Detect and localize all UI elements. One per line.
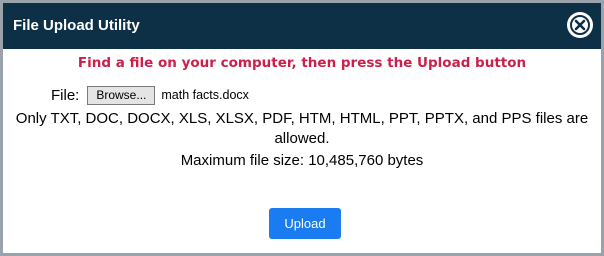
file-upload-dialog: File Upload Utility Find a file on your … — [0, 0, 604, 256]
instruction-text: Find a file on your computer, then press… — [77, 55, 527, 71]
browse-button[interactable]: Browse... — [87, 85, 156, 105]
dialog-titlebar: File Upload Utility — [3, 3, 601, 49]
dialog-title: File Upload Utility — [13, 17, 140, 34]
max-file-size-text: Maximum file size: 10,485,760 bytes — [180, 152, 424, 169]
close-x-glyph — [574, 19, 586, 31]
file-label: File: — [51, 86, 80, 104]
allowed-types-text: Only TXT, DOC, DOCX, XLS, XLSX, PDF, HTM… — [15, 110, 589, 147]
upload-button[interactable]: Upload — [269, 208, 341, 239]
file-picker-row: File: Browse... math facts.docx — [51, 85, 249, 105]
close-icon[interactable] — [567, 12, 593, 38]
selected-file-name: math facts.docx — [161, 88, 249, 102]
